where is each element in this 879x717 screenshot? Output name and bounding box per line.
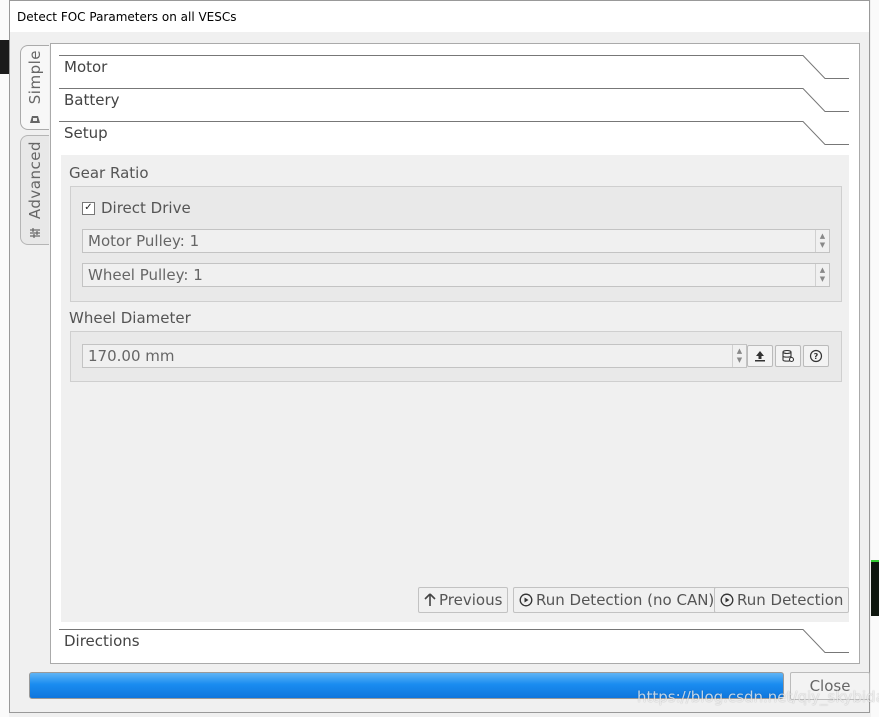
section-battery-label: Battery — [64, 91, 120, 109]
help-button[interactable]: ? — [803, 345, 829, 367]
dialog-titlebar: Detect FOC Parameters on all VESCs — [10, 1, 869, 32]
upload-button[interactable] — [747, 345, 773, 367]
tab-advanced-label: Advanced — [26, 140, 44, 220]
section-motor[interactable]: Motor — [59, 55, 849, 87]
run-detection-label: Run Detection — [737, 591, 844, 609]
wheel-diameter-group: 170.00 mm ▲ ▼ ? — [70, 331, 842, 382]
motor-pulley-spinbox[interactable]: Motor Pulley: 1 ▲ ▼ — [82, 229, 830, 253]
previous-label: Previous — [439, 591, 503, 609]
help-icon: ? — [809, 349, 823, 363]
sliders-icon — [29, 227, 41, 239]
motor-icon — [29, 113, 41, 125]
tab-advanced[interactable]: Advanced — [20, 135, 49, 245]
direct-drive-label: Direct Drive — [101, 199, 191, 217]
section-directions-label: Directions — [64, 632, 140, 650]
arrow-up-icon — [424, 593, 436, 606]
tab-simple-label: Simple — [26, 50, 44, 105]
section-directions[interactable]: Directions — [59, 629, 849, 661]
detect-foc-dialog: Detect FOC Parameters on all VESCs Simpl… — [9, 0, 870, 713]
section-setup[interactable]: Setup — [59, 121, 849, 153]
run-detection-no-can-label: Run Detection (no CAN) — [536, 591, 715, 609]
spin-arrows-icon[interactable]: ▲ ▼ — [732, 345, 746, 367]
gear-ratio-title: Gear Ratio — [69, 164, 149, 182]
wheel-diameter-spinbox[interactable]: 170.00 mm ▲ ▼ — [82, 344, 747, 368]
run-detection-button[interactable]: Run Detection — [714, 587, 850, 613]
play-circle-icon — [720, 593, 734, 607]
dialog-title: Detect FOC Parameters on all VESCs — [17, 9, 237, 24]
motor-pulley-value: Motor Pulley: 1 — [88, 232, 200, 250]
database-button[interactable] — [775, 345, 801, 367]
direct-drive-checkbox[interactable]: ✓ — [82, 201, 95, 215]
direct-drive-row[interactable]: ✓ Direct Drive — [82, 199, 191, 217]
background-window-right — [871, 0, 879, 717]
run-detection-no-can-button[interactable]: Run Detection (no CAN) — [513, 587, 721, 613]
previous-button[interactable]: Previous — [418, 587, 509, 613]
wheel-pulley-spinbox[interactable]: Wheel Pulley: 1 ▲ ▼ — [82, 263, 830, 287]
database-icon — [782, 349, 795, 363]
section-battery[interactable]: Battery — [59, 88, 849, 120]
tab-simple[interactable]: Simple — [20, 45, 49, 130]
svg-text:?: ? — [814, 352, 819, 361]
wheel-pulley-value: Wheel Pulley: 1 — [88, 266, 203, 284]
section-motor-label: Motor — [64, 58, 108, 76]
spin-arrows-icon[interactable]: ▲ ▼ — [815, 230, 829, 252]
play-circle-icon — [519, 593, 533, 607]
spin-arrows-icon[interactable]: ▲ ▼ — [815, 264, 829, 286]
section-setup-label: Setup — [64, 124, 108, 142]
watermark-text: https://blog.csdn.net/qiy_skybida — [637, 688, 879, 706]
upload-icon — [755, 351, 765, 362]
setup-panel: Gear Ratio ✓ Direct Drive Motor Pulley: … — [61, 155, 850, 622]
gear-ratio-group: ✓ Direct Drive Motor Pulley: 1 ▲ ▼ Wheel … — [70, 186, 842, 302]
background-status-panel — [871, 560, 879, 616]
background-toolbar — [0, 40, 9, 74]
wizard-frame: Motor Battery Setup Gear Ratio ✓ Direct … — [50, 43, 860, 664]
background-window-left — [0, 0, 9, 717]
wheel-diameter-title: Wheel Diameter — [69, 309, 191, 327]
wheel-diameter-value: 170.00 mm — [88, 347, 175, 365]
